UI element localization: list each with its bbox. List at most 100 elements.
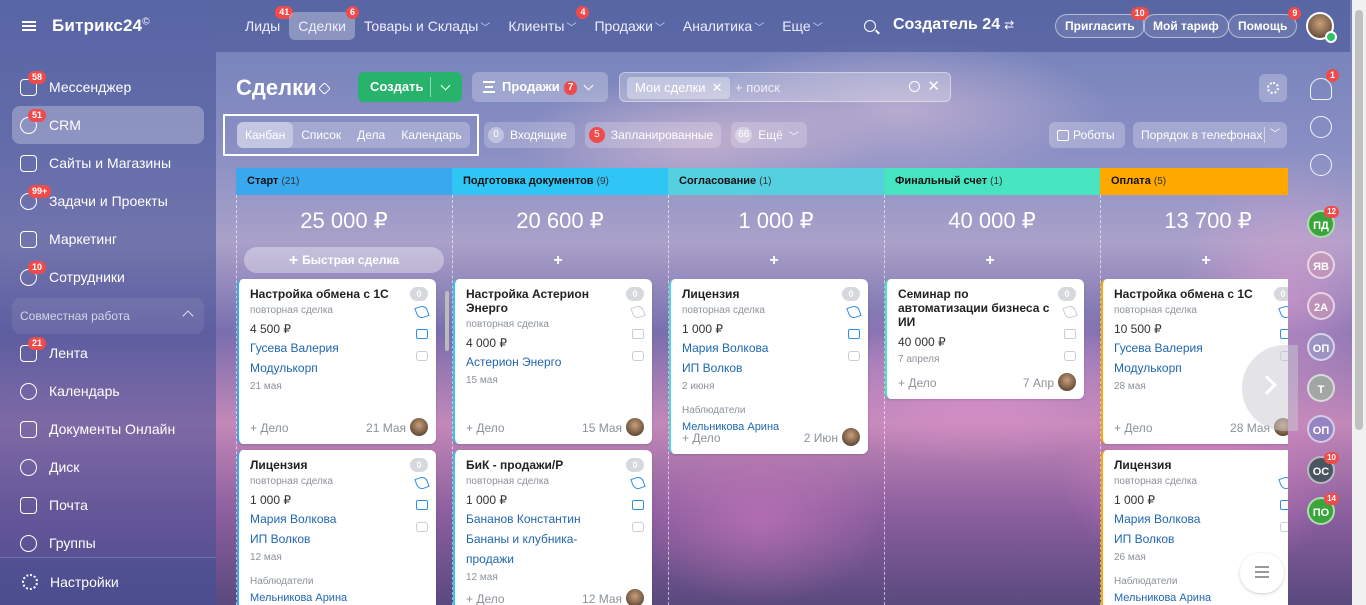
settings-gear-button[interactable] [1259, 74, 1287, 102]
observer-name[interactable]: Мельникова Арина [1114, 592, 1288, 604]
pin-icon[interactable] [318, 82, 331, 95]
chevron-down-icon[interactable] [440, 80, 451, 91]
view-tab[interactable]: Канбан [237, 122, 294, 148]
view-tab[interactable]: Список [293, 122, 349, 148]
counter-item[interactable]: 66 Ещё ﹀ [731, 122, 807, 148]
scroll-thumb[interactable] [445, 291, 449, 351]
sidebar-item-feed[interactable]: 21 Лента [12, 334, 204, 372]
topnav-item[interactable]: Продажи ﹀ [585, 12, 673, 40]
deal-card[interactable]: Семинар по автоматизации бизнеса с ИИ 0 40… [885, 279, 1084, 399]
sidebar-section-collab[interactable]: Совместная работа [12, 298, 204, 334]
chat-icon[interactable] [1064, 351, 1076, 361]
chat-icon[interactable] [1310, 154, 1332, 176]
sidebar-item-crm[interactable]: 51 CRM [12, 106, 204, 144]
phone-icon[interactable] [414, 475, 430, 491]
card-title[interactable]: БиК - продажи/Р [466, 458, 626, 472]
copilot-icon[interactable] [1310, 116, 1332, 138]
mail-icon[interactable] [632, 500, 644, 510]
chat-avatar[interactable]: 2А [1307, 292, 1335, 320]
mail-icon[interactable] [416, 500, 428, 510]
column-header[interactable]: Оплата (5) [1100, 168, 1288, 195]
deal-card[interactable]: Лицензия 0 повторная сделка 1 000 ₽ Мария Во… [237, 450, 436, 605]
card-link[interactable]: Астерион Энерго [466, 355, 641, 370]
search-input[interactable]: + поиск [735, 80, 780, 95]
column-scrollbar[interactable] [444, 283, 450, 605]
quick-deal-button[interactable]: + [460, 247, 660, 273]
search-icon[interactable] [864, 20, 876, 32]
filter-chip[interactable]: Мои сделки ✕ [627, 77, 730, 99]
sidebar-item-messenger[interactable]: 58 Мессенджер [12, 68, 204, 106]
phone-icon[interactable] [414, 304, 430, 320]
card-link[interactable]: ИП Волков [250, 532, 425, 547]
chevron-up-icon[interactable] [182, 310, 194, 322]
mail-icon[interactable] [1280, 329, 1288, 339]
chat-avatar[interactable]: ПД 12 [1307, 206, 1339, 238]
sort-selector[interactable]: Порядок в телефонах ﹀ [1133, 122, 1287, 148]
sidebar-item-calendar[interactable]: Календарь [12, 372, 204, 410]
chat-avatar[interactable]: ПО 14 [1307, 493, 1339, 525]
my-tariff-button[interactable]: Мой тариф [1143, 14, 1229, 38]
avatar[interactable] [626, 418, 644, 436]
card-link[interactable]: Мария Волкова [682, 341, 857, 356]
chat-icon[interactable] [1280, 522, 1288, 532]
add-activity-link[interactable]: + Дело [250, 421, 289, 435]
menu-burger-icon[interactable] [22, 21, 36, 31]
phone-icon[interactable] [630, 475, 646, 491]
mail-icon[interactable] [632, 329, 644, 339]
deal-card[interactable]: Настройка Астерион Энерго 0 повторная сдел… [453, 279, 652, 444]
mail-icon[interactable] [416, 329, 428, 339]
clear-icon[interactable]: ✕ [927, 77, 940, 95]
deal-card[interactable]: Настройка обмена с 1С 0 повторная сделка 4 … [237, 279, 436, 444]
card-title[interactable]: Настройка Астерион Энерго [466, 287, 626, 315]
column-header[interactable]: Старт (21) [236, 168, 462, 195]
chat-icon[interactable] [416, 522, 428, 532]
phone-icon[interactable] [1062, 304, 1078, 320]
quick-deal-button[interactable]: + Быстрая сделка [244, 247, 444, 273]
chat-icon[interactable] [416, 351, 428, 361]
funnel-selector[interactable]: Продажи 7 [472, 72, 608, 102]
observer-name[interactable]: Мельникова Арина [250, 592, 425, 604]
app-logo[interactable]: Битрикс24© [52, 16, 150, 36]
quick-deal-button[interactable]: + [892, 247, 1092, 273]
search-filter[interactable]: Мои сделки ✕ + поиск ✕ [619, 72, 951, 102]
chat-avatar[interactable]: Т [1307, 374, 1335, 402]
avatar[interactable] [842, 428, 860, 446]
create-button[interactable]: Создать [358, 72, 462, 102]
card-link[interactable]: Мария Волкова [1114, 512, 1288, 527]
card-title[interactable]: Настройка обмена с 1С [250, 287, 410, 301]
card-title[interactable]: Лицензия [1114, 458, 1274, 472]
topnav-item[interactable]: Лиды 41 [236, 6, 294, 40]
add-activity-link[interactable]: + Дело [898, 376, 937, 390]
sidebar-item-sites[interactable]: Сайты и Магазины [12, 144, 204, 182]
card-title[interactable]: Семинар по автоматизации бизнеса с ИИ [898, 287, 1058, 329]
sidebar-item-documents[interactable]: Документы Онлайн [12, 410, 204, 448]
search-icon[interactable] [909, 81, 920, 92]
column-header[interactable]: Согласование (1) [668, 168, 894, 195]
avatar[interactable] [410, 418, 428, 436]
topnav-item[interactable]: Сделки 6 [289, 6, 359, 40]
phone-icon[interactable] [846, 304, 862, 320]
add-activity-link[interactable]: + Дело [682, 431, 721, 445]
help-button[interactable]: Помощь 9 [1228, 7, 1302, 38]
counter-item[interactable]: 0 Входящие [484, 122, 575, 148]
card-link[interactable]: ИП Волков [682, 361, 857, 376]
topnav-item[interactable]: Клиенты ﹀ 4 [499, 6, 590, 40]
phone-icon[interactable] [1278, 475, 1288, 491]
chat-icon[interactable] [632, 351, 644, 361]
view-tab[interactable]: Календарь [393, 122, 470, 148]
sidebar-settings[interactable]: Настройки [0, 557, 216, 605]
view-tab[interactable]: Дела [349, 122, 393, 148]
mail-icon[interactable] [1280, 500, 1288, 510]
column-header[interactable]: Финальный счет (1) [884, 168, 1110, 195]
invite-button[interactable]: Пригласить 10 [1055, 7, 1149, 38]
chat-avatar[interactable]: ОП [1307, 333, 1335, 361]
chat-avatar[interactable]: ОС 10 [1307, 452, 1339, 484]
card-link[interactable]: Бананов Константин [466, 512, 641, 527]
chat-avatar[interactable]: ОП [1307, 415, 1335, 443]
column-header[interactable]: Подготовка документов (9) [452, 168, 678, 195]
deal-card[interactable]: Лицензия 0 повторная сделка 1 000 ₽ Мария Во… [669, 279, 868, 454]
card-title[interactable]: Лицензия [682, 287, 842, 301]
card-title[interactable]: Лицензия [250, 458, 410, 472]
sidebar-item-employees[interactable]: 10 Сотрудники [12, 258, 204, 296]
page-scrollbar[interactable] [1352, 0, 1366, 605]
